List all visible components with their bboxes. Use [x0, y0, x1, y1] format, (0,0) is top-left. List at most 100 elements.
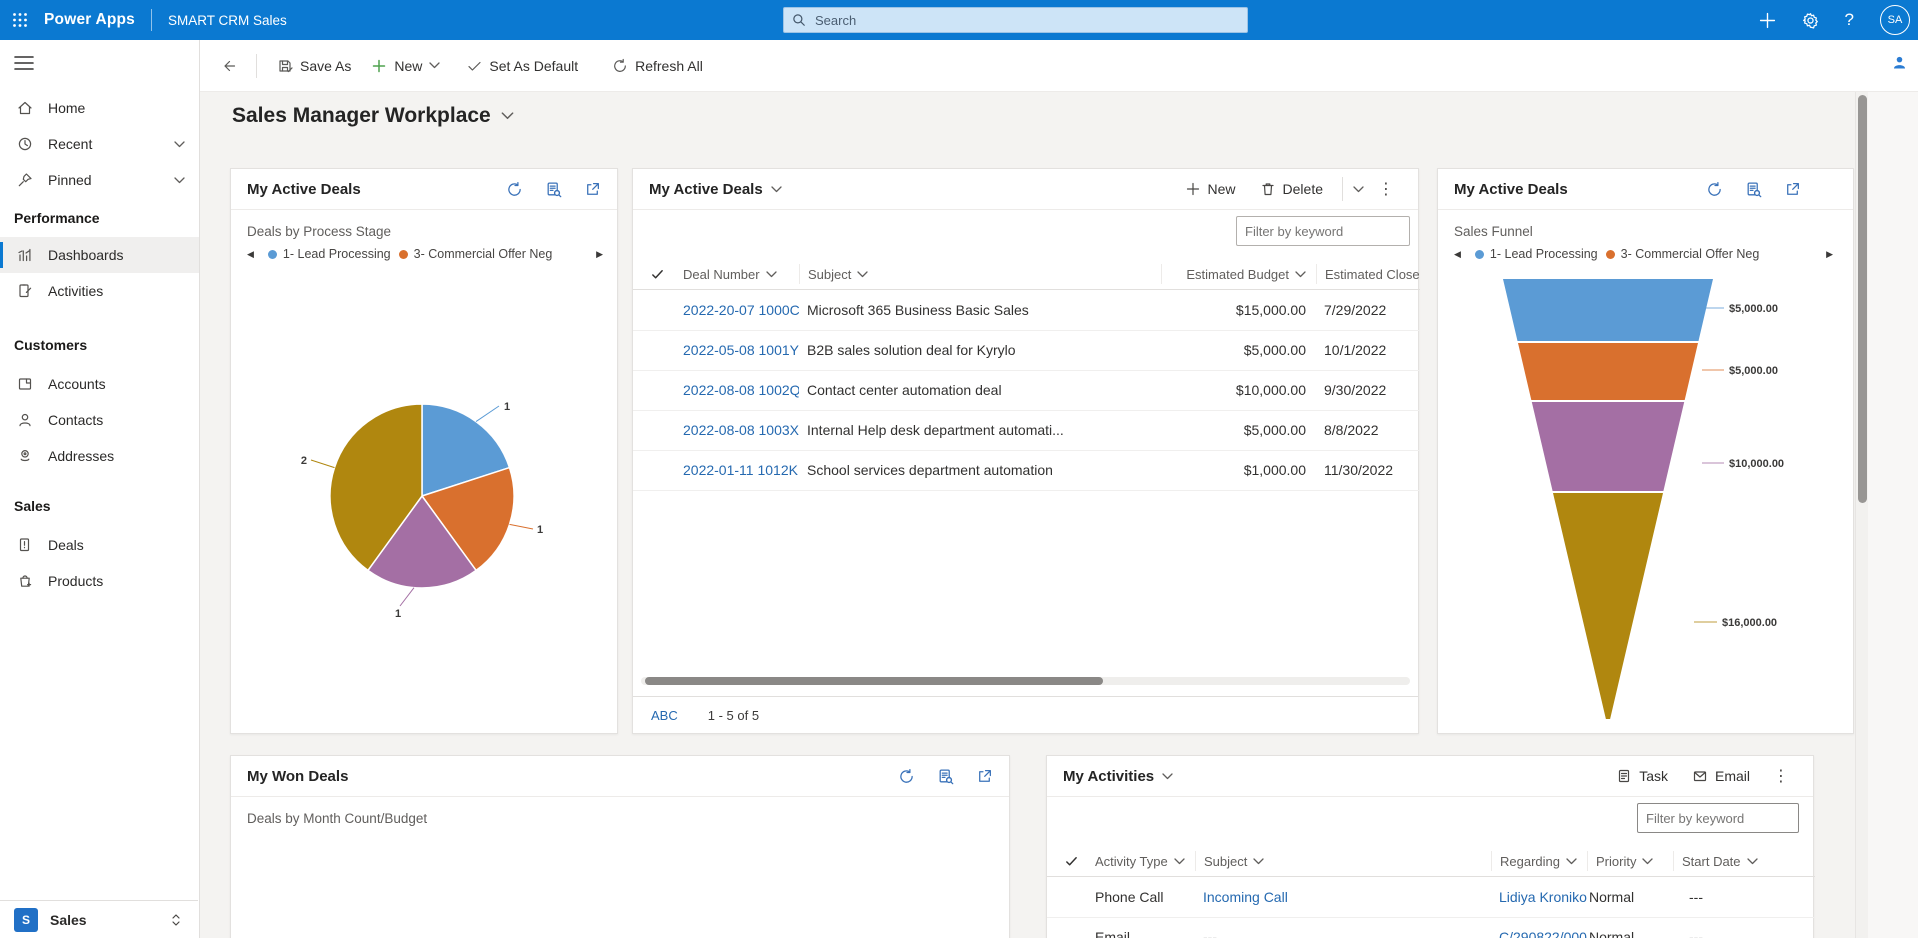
column-header-estimated-budget[interactable]: Estimated Budget — [1161, 264, 1316, 284]
table-row[interactable]: 2022-08-08 1003X7B4 Internal Help desk d… — [633, 410, 1420, 451]
table-row[interactable]: Email --- C/290822/0000 Normal --- — [1047, 917, 1815, 938]
column-header-activity-type[interactable]: Activity Type — [1093, 851, 1195, 871]
sidebar-item-accounts[interactable]: Accounts — [0, 366, 199, 402]
topbar-divider — [151, 9, 152, 31]
sidebar-item-dashboards[interactable]: Dashboards — [0, 237, 199, 273]
set-as-default-button[interactable]: Set As Default — [456, 52, 588, 80]
pie-chart[interactable]: 1 1 1 2 — [287, 374, 567, 624]
activity-regarding-link[interactable]: C/290822/0000 — [1499, 929, 1587, 938]
funnel-segment-lead-processing[interactable] — [1503, 279, 1713, 341]
view-records-icon[interactable] — [545, 181, 562, 198]
new-button[interactable]: New — [361, 52, 450, 80]
add-icon[interactable] — [1759, 12, 1776, 29]
funnel-segment-stage-4[interactable] — [1553, 493, 1663, 719]
deal-number-link[interactable]: 2022-05-08 1001Y8M2 — [683, 342, 799, 358]
table-row[interactable]: 2022-08-08 1002Q4N5 Contact center autom… — [633, 370, 1420, 411]
card-title: My Active Deals — [247, 181, 361, 198]
vertical-scrollbar-track[interactable] — [1855, 92, 1869, 938]
account-avatar[interactable]: SA — [1880, 5, 1910, 35]
chevron-down-icon[interactable] — [429, 62, 440, 69]
expand-icon[interactable] — [1784, 181, 1801, 198]
deal-subject: Contact center automation deal — [799, 382, 1161, 398]
environment-name[interactable]: SMART CRM Sales — [168, 13, 287, 28]
deal-number-link[interactable]: 2022-08-08 1002Q4N5 — [683, 382, 799, 398]
activity-regarding-link[interactable]: Lidiya Kronikov — [1499, 889, 1587, 905]
card-title[interactable]: My Activities — [1063, 768, 1173, 785]
table-row[interactable]: 2022-05-08 1001Y8M2 B2B sales solution d… — [633, 330, 1420, 371]
legend-prev-icon[interactable]: ◀ — [1448, 249, 1467, 260]
chevron-down-icon[interactable] — [1353, 186, 1364, 193]
column-header-start-date[interactable]: Start Date — [1673, 851, 1815, 871]
select-all-checkbox[interactable] — [1047, 851, 1093, 871]
plus-icon — [371, 58, 387, 74]
chevron-down-icon[interactable] — [174, 141, 185, 148]
sidebar-item-pinned[interactable]: Pinned — [0, 162, 199, 198]
save-as-button[interactable]: Save As — [267, 52, 361, 80]
refresh-icon[interactable] — [898, 768, 915, 785]
legend-next-icon[interactable]: ▶ — [1820, 249, 1839, 260]
card-title[interactable]: My Active Deals — [649, 181, 782, 198]
expand-icon[interactable] — [584, 181, 601, 198]
search-input[interactable] — [813, 12, 1239, 29]
sidebar-item-contacts[interactable]: Contacts — [0, 402, 199, 438]
delete-button[interactable]: Delete — [1251, 176, 1332, 202]
assistant-icon[interactable] — [1891, 54, 1908, 71]
more-commands-icon[interactable]: ⋮ — [1765, 764, 1797, 788]
funnel-segment-commercial-offer[interactable] — [1518, 343, 1698, 400]
sidebar-item-home[interactable]: Home — [0, 90, 199, 126]
view-records-icon[interactable] — [1745, 181, 1762, 198]
sidebar-item-activities[interactable]: Activities — [0, 273, 199, 309]
column-header-subject[interactable]: Subject — [799, 264, 1161, 284]
sidebar-item-recent[interactable]: Recent — [0, 126, 199, 162]
hamburger-menu-icon[interactable] — [14, 56, 199, 70]
table-row[interactable]: Phone Call Incoming Call Lidiya Kronikov… — [1047, 877, 1815, 918]
jump-bar[interactable]: ABC — [651, 708, 678, 723]
funnel-chart[interactable]: $5,000.00 $5,000.00 $10,000.00 $16,000.0… — [1438, 273, 1855, 733]
addresses-icon — [16, 447, 34, 465]
filter-keyword-input[interactable] — [1637, 803, 1799, 833]
area-switcher[interactable]: S Sales — [0, 900, 198, 938]
vertical-scrollbar-thumb[interactable] — [1858, 95, 1867, 503]
column-header-priority[interactable]: Priority — [1587, 851, 1673, 871]
legend-next-icon[interactable]: ▶ — [590, 249, 609, 260]
funnel-segment-stage-3[interactable] — [1532, 402, 1684, 491]
settings-gear-icon[interactable] — [1802, 12, 1819, 29]
waffle-menu-icon[interactable] — [0, 0, 40, 40]
deal-number-link[interactable]: 2022-08-08 1003X7B4 — [683, 422, 799, 438]
column-header-regarding[interactable]: Regarding — [1491, 851, 1587, 871]
refresh-icon[interactable] — [1706, 181, 1723, 198]
view-records-icon[interactable] — [937, 768, 954, 785]
refresh-icon[interactable] — [506, 181, 523, 198]
sidebar-item-deals[interactable]: Deals — [0, 527, 199, 563]
deal-number-link[interactable]: 2022-01-11 1012K1Z4 — [683, 462, 799, 478]
chevron-down-icon[interactable] — [174, 177, 185, 184]
refresh-all-button[interactable]: Refresh All — [602, 52, 713, 80]
sidebar-item-addresses[interactable]: Addresses — [0, 438, 199, 474]
table-row[interactable]: 2022-01-11 1012K1Z4 School services depa… — [633, 450, 1420, 491]
task-button[interactable]: Task — [1607, 763, 1677, 789]
brand-title[interactable]: Power Apps — [44, 11, 135, 29]
column-header-estimated-close-date[interactable]: Estimated Close Date — [1316, 264, 1420, 284]
table-row[interactable]: 2022-20-07 1000C5L0 Microsoft 365 Busine… — [633, 290, 1420, 331]
column-header-subject[interactable]: Subject — [1195, 851, 1491, 871]
back-button[interactable] — [210, 52, 246, 80]
more-commands-icon[interactable]: ⋮ — [1370, 177, 1402, 201]
switch-area-icon[interactable] — [170, 913, 182, 927]
new-record-button[interactable]: New — [1176, 176, 1245, 202]
filter-keyword-input[interactable] — [1236, 216, 1410, 246]
deal-number-link[interactable]: 2022-20-07 1000C5L0 — [683, 302, 799, 318]
checkmark-icon — [466, 58, 482, 74]
email-button[interactable]: Email — [1683, 763, 1759, 789]
dashboard-selector[interactable]: Sales Manager Workplace — [232, 104, 514, 128]
help-icon[interactable]: ? — [1845, 10, 1854, 30]
column-header-deal-number[interactable]: Deal Number — [681, 264, 799, 284]
deal-subject: Internal Help desk department automati..… — [799, 422, 1161, 438]
sidebar-item-products[interactable]: Products — [0, 563, 199, 599]
select-all-checkbox[interactable] — [633, 264, 681, 284]
global-search[interactable] — [783, 7, 1248, 33]
chevron-down-icon[interactable] — [501, 112, 514, 120]
activity-subject-link[interactable]: Incoming Call — [1203, 889, 1288, 905]
legend-prev-icon[interactable]: ◀ — [241, 249, 260, 260]
expand-icon[interactable] — [976, 768, 993, 785]
horizontal-scrollbar-thumb[interactable] — [645, 677, 1103, 685]
